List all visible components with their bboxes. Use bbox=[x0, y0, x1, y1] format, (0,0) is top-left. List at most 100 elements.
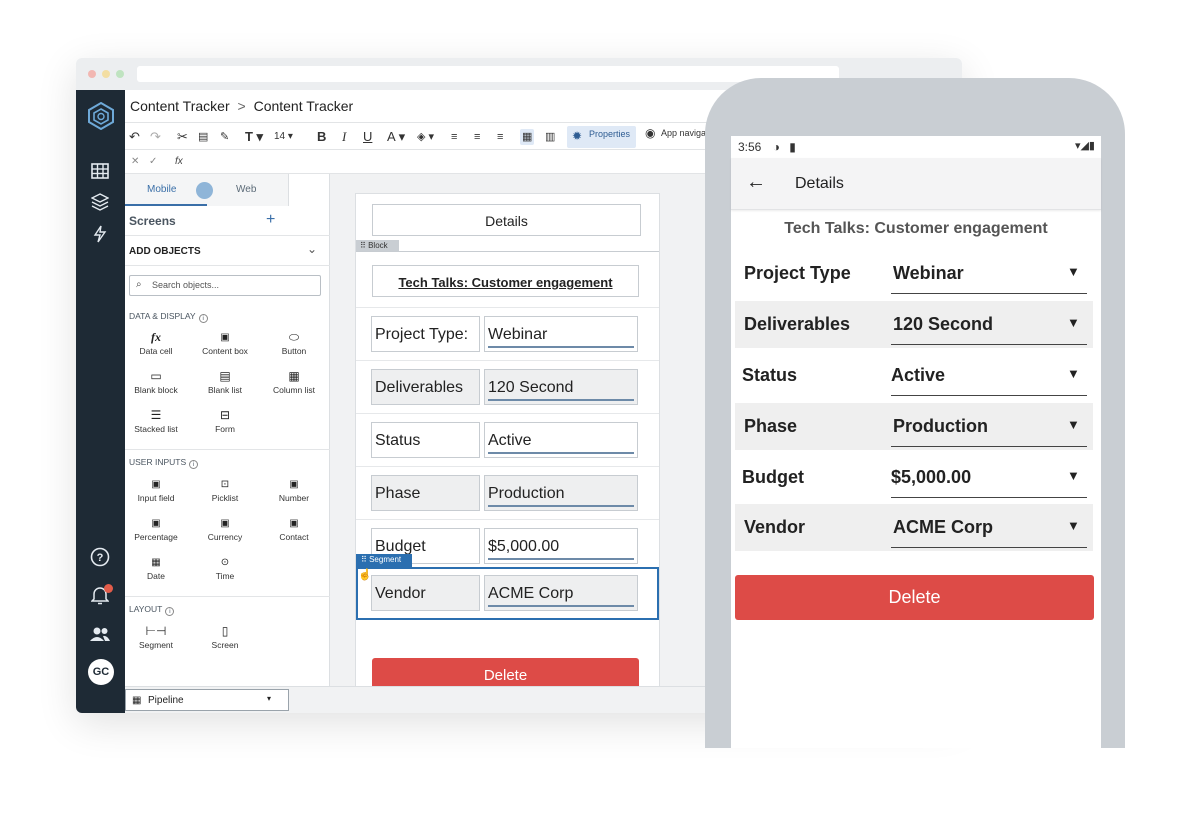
phone-field-row[interactable]: Project Type Webinar ▼ bbox=[735, 250, 1093, 297]
object-number[interactable]: ▣ Number bbox=[259, 476, 329, 503]
object-picklist[interactable]: ⊡ Picklist bbox=[190, 476, 260, 503]
object-segment[interactable]: ⊢⊣ Segment bbox=[121, 623, 191, 650]
redo-icon[interactable]: ↷ bbox=[150, 129, 161, 145]
back-arrow-icon[interactable]: ← bbox=[746, 171, 766, 194]
tab-web[interactable]: Web bbox=[236, 184, 256, 195]
view-toggle[interactable] bbox=[196, 182, 213, 199]
cut-icon[interactable]: ✂ bbox=[177, 129, 188, 145]
dropdown-arrow-icon[interactable]: ▼ bbox=[1067, 264, 1080, 279]
object-form[interactable]: ⊟ Form bbox=[190, 407, 260, 434]
dropdown-arrow-icon[interactable]: ▼ bbox=[1067, 366, 1080, 381]
dropdown-arrow-icon[interactable]: ▼ bbox=[1067, 315, 1080, 330]
field-value[interactable]: Production bbox=[484, 475, 638, 511]
url-bar[interactable] bbox=[137, 66, 839, 82]
field-value[interactable]: ACME Corp bbox=[893, 517, 993, 538]
record-title[interactable]: Tech Talks: Customer engagement bbox=[372, 265, 639, 297]
cancel-icon[interactable]: ✕ bbox=[131, 156, 139, 167]
phone-field-row[interactable]: Budget $5,000.00 ▼ bbox=[735, 454, 1093, 501]
close-dot[interactable] bbox=[88, 70, 96, 78]
field-row[interactable]: Phase Production bbox=[356, 466, 659, 519]
field-value[interactable]: Active bbox=[484, 422, 638, 458]
app-navigation-button[interactable]: ◉ App naviga bbox=[645, 126, 706, 140]
align-left-icon[interactable]: ≡ bbox=[451, 129, 457, 145]
properties-button[interactable]: ✹ Properties bbox=[567, 126, 637, 148]
maximize-dot[interactable] bbox=[116, 70, 124, 78]
avatar[interactable]: GC bbox=[88, 659, 114, 685]
underline-icon[interactable]: U bbox=[363, 129, 372, 145]
object-blank-list[interactable]: ▤ Blank list bbox=[190, 368, 260, 395]
screen-header[interactable]: Details bbox=[372, 204, 641, 236]
table-icon[interactable] bbox=[88, 159, 112, 183]
field-value[interactable]: $5,000.00 bbox=[891, 467, 971, 488]
object-data-cell[interactable]: fx Data cell bbox=[121, 329, 191, 356]
contacts-icon[interactable] bbox=[88, 622, 112, 646]
field-value[interactable]: 120 Second bbox=[484, 369, 638, 405]
screens-section[interactable]: Screens + bbox=[125, 206, 330, 236]
info-icon[interactable]: i bbox=[189, 460, 199, 469]
field-value[interactable]: ACME Corp bbox=[484, 575, 638, 611]
clear-format-icon[interactable]: ✎ bbox=[220, 129, 229, 145]
field-value[interactable]: Webinar bbox=[893, 263, 964, 284]
pipeline-select[interactable]: ▦ Pipeline ▾ bbox=[125, 689, 289, 711]
field-value[interactable]: $5,000.00 bbox=[484, 528, 638, 564]
fill-color-icon[interactable]: ◈ ▾ bbox=[417, 129, 434, 145]
field-row[interactable]: Vendor ACME Corp bbox=[356, 567, 659, 620]
object-date[interactable]: ▦ Date bbox=[121, 554, 191, 581]
phone-field-row[interactable]: Phase Production ▼ bbox=[735, 403, 1093, 450]
help-icon[interactable]: ? bbox=[88, 545, 112, 569]
align-right-icon[interactable]: ≡ bbox=[497, 129, 503, 145]
text-style-icon[interactable]: T ▾ bbox=[245, 129, 263, 145]
segment-tag[interactable]: ⠿ Segment bbox=[356, 554, 412, 567]
object-stacked-list[interactable]: ☰ Stacked list bbox=[121, 407, 191, 434]
field-value[interactable]: Production bbox=[893, 416, 988, 437]
object-percentage[interactable]: ▣ Percentage bbox=[121, 515, 191, 542]
column-layout-icon[interactable]: ▥ bbox=[545, 129, 555, 145]
delete-button[interactable]: Delete bbox=[735, 575, 1094, 620]
paste-icon[interactable]: ▤ bbox=[198, 129, 208, 145]
lightning-icon[interactable] bbox=[88, 222, 112, 246]
field-label[interactable]: Status bbox=[371, 422, 480, 458]
tab-mobile[interactable]: Mobile bbox=[147, 184, 176, 195]
text-color-icon[interactable]: A ▾ bbox=[387, 129, 405, 145]
object-screen[interactable]: ▯ Screen bbox=[190, 623, 260, 650]
object-input-field[interactable]: ▣ Input field bbox=[121, 476, 191, 503]
add-screen-icon[interactable]: + bbox=[266, 211, 275, 229]
field-value[interactable]: Active bbox=[891, 365, 945, 386]
object-column-list[interactable]: ▦ Column list bbox=[259, 368, 329, 395]
dropdown-arrow-icon[interactable]: ▼ bbox=[1067, 468, 1080, 483]
breadcrumb-item[interactable]: Content Tracker bbox=[130, 98, 230, 114]
info-icon[interactable]: i bbox=[198, 314, 208, 323]
field-value[interactable]: Webinar bbox=[484, 316, 638, 352]
field-label[interactable]: Deliverables bbox=[371, 369, 480, 405]
bold-icon[interactable]: B bbox=[317, 129, 326, 145]
field-label[interactable]: Vendor bbox=[371, 575, 480, 611]
object-time[interactable]: ⊙ Time bbox=[190, 554, 260, 581]
confirm-icon[interactable]: ✓ bbox=[149, 156, 157, 167]
italic-icon[interactable]: I bbox=[342, 129, 346, 145]
object-blank-block[interactable]: ▭ Blank block bbox=[121, 368, 191, 395]
field-row[interactable]: Project Type: Webinar bbox=[356, 307, 659, 360]
field-row[interactable]: Deliverables 120 Second bbox=[356, 360, 659, 413]
minimize-dot[interactable] bbox=[102, 70, 110, 78]
grid-layout-icon[interactable]: ▦ bbox=[520, 129, 535, 145]
field-value[interactable]: 120 Second bbox=[893, 314, 993, 335]
align-center-icon[interactable]: ≡ bbox=[474, 129, 480, 145]
object-currency[interactable]: ▣ Currency bbox=[190, 515, 260, 542]
layers-icon[interactable] bbox=[88, 190, 112, 214]
breadcrumb-item[interactable]: Content Tracker bbox=[254, 98, 354, 114]
add-objects-header[interactable]: ADD OBJECTS ⌄ bbox=[125, 236, 330, 266]
info-icon[interactable]: i bbox=[165, 607, 175, 616]
canvas-screen[interactable]: Details ⠿ Block Tech Talks: Customer eng… bbox=[356, 194, 659, 686]
phone-field-row[interactable]: Vendor ACME Corp ▼ bbox=[735, 504, 1093, 551]
object-contact[interactable]: ▣ Contact bbox=[259, 515, 329, 542]
object-button[interactable]: ⬭ Button bbox=[259, 329, 329, 356]
undo-icon[interactable]: ↶ bbox=[129, 129, 140, 145]
field-row[interactable]: Status Active bbox=[356, 413, 659, 466]
dropdown-arrow-icon[interactable]: ▼ bbox=[1067, 417, 1080, 432]
delete-button[interactable]: Delete bbox=[372, 658, 639, 686]
phone-field-row[interactable]: Deliverables 120 Second ▼ bbox=[735, 301, 1093, 348]
font-size-select[interactable]: 14 ▾ bbox=[274, 129, 293, 145]
object-content-box[interactable]: ▣ Content box bbox=[190, 329, 260, 356]
search-input[interactable]: ⌕ Search objects... bbox=[129, 275, 321, 296]
field-label[interactable]: Project Type: bbox=[371, 316, 480, 352]
